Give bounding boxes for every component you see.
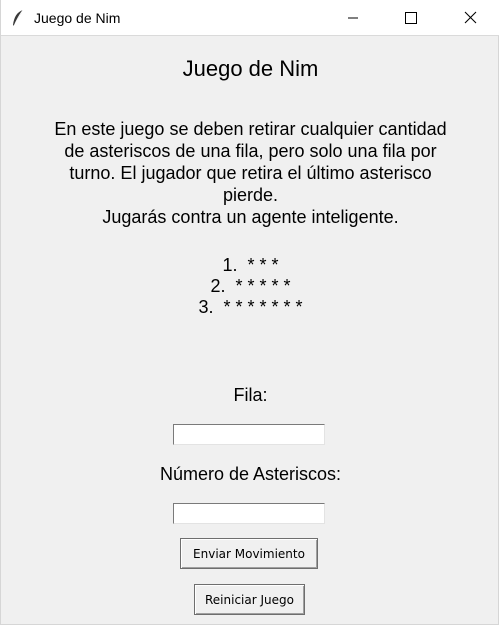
title-bar[interactable]: Juego de Nim (1, 0, 499, 36)
maximize-icon (405, 12, 417, 24)
app-window: Juego de Nim Juego de Nim En este juego … (0, 0, 499, 625)
row-2: 2. * * * * * (210, 276, 291, 296)
row-3: 3. * * * * * * * (198, 297, 303, 317)
send-move-button[interactable]: Enviar Movimiento (180, 538, 318, 569)
reset-game-button[interactable]: Reiniciar Juego (194, 584, 305, 615)
count-label: Número de Asteriscos: (159, 464, 342, 484)
close-icon (464, 11, 477, 24)
maximize-button[interactable] (382, 0, 440, 36)
minimize-button[interactable] (324, 0, 382, 36)
feather-icon (11, 9, 25, 27)
close-button[interactable] (441, 0, 499, 36)
minimize-icon (348, 17, 358, 19)
game-heading: Juego de Nim (182, 56, 319, 81)
row-1: 1. * * * (222, 255, 279, 275)
row-input[interactable] (173, 424, 325, 445)
count-input[interactable] (173, 503, 325, 524)
row-label: Fila: (233, 385, 268, 405)
asterisk-rows: 1. * * * 2. * * * * * 3. * * * * * * * (1, 255, 499, 318)
window-title: Juego de Nim (34, 10, 121, 26)
rules-text: En este juego se deben retirar cualquier… (54, 119, 447, 227)
